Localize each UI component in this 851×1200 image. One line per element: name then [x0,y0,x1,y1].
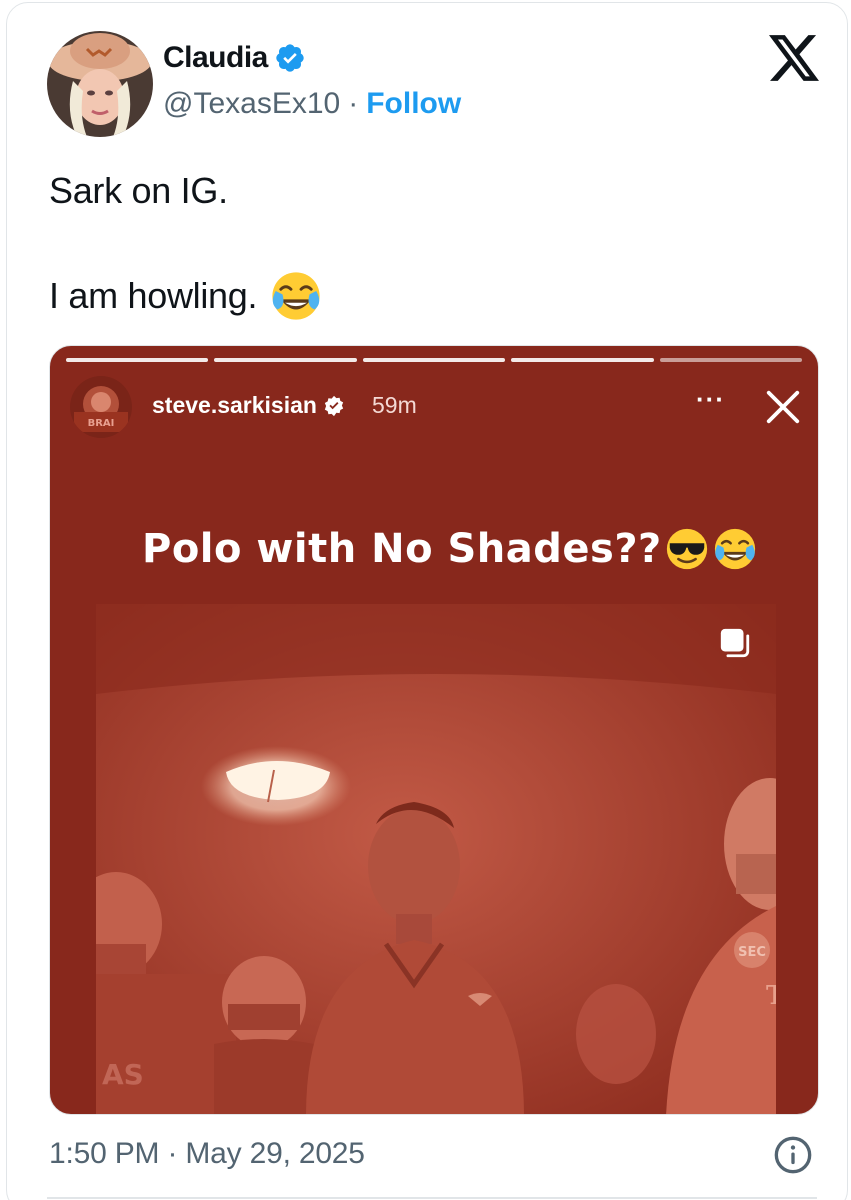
svg-text:SEC: SEC [738,945,766,960]
author-handle[interactable]: @TexasEx10 [163,87,340,121]
author-handle-row: @TexasEx10 · Follow [163,87,461,121]
tweet-line-1-text: Sark on IG. [49,170,228,211]
story-verified-badge-icon [324,395,344,416]
info-icon[interactable] [773,1135,813,1175]
tweet-line-2: I am howling. [49,269,809,323]
tweet-line-1: Sark on IG. [49,165,809,217]
tears-of-joy-caption-emoji-icon [714,528,755,570]
x-logo-icon[interactable] [769,35,819,81]
verified-badge-icon [276,44,304,72]
footer-divider [47,1197,817,1199]
author-name-text: Claudia [163,41,268,74]
story-avatar: BRAI [70,376,132,438]
story-close-icon [766,390,800,424]
svg-text:T: T [766,981,776,1011]
tweet-line-2-text: I am howling. [49,275,258,316]
sunglasses-face-emoji-icon [666,528,707,570]
story-progress-segment [214,358,357,362]
tweet-timestamp[interactable]: 1:50 PM · May 29, 2025 [49,1137,365,1171]
story-caption: Polo with No Shades?? [142,526,758,572]
author-display-name[interactable]: Claudia [163,41,306,75]
follow-button[interactable]: Follow [366,87,461,121]
story-username-text: steve.sarkisian [152,392,317,418]
story-photo: SEC T AS [96,604,776,1114]
story-time-ago: 59m [372,392,417,418]
story-progress-segment [659,358,803,362]
story-username: steve.sarkisian [152,392,345,419]
separator-dot: · [348,87,359,120]
story-progress-segment [66,358,209,362]
svg-text:BRAI: BRAI [88,418,115,429]
story-progress-bars [66,358,803,362]
svg-text:AS: AS [102,1058,144,1091]
story-caption-text: Polo with No Shades?? [142,526,662,572]
story-more-options: ··· [696,384,725,414]
tears-of-joy-emoji-icon [272,272,320,320]
tweet-text: Sark on IG. I am howling. [49,165,809,323]
tweet-card: Claudia @TexasEx10 · Follow Sark on IG. … [6,2,848,1200]
author-avatar[interactable] [47,31,153,137]
multiple-images-icon [720,628,750,658]
story-progress-segment [511,358,654,362]
story-progress-segment [362,358,506,362]
tweet-media-image[interactable]: BRAI steve.sarkisian 59m ··· Polo with N… [49,345,819,1115]
